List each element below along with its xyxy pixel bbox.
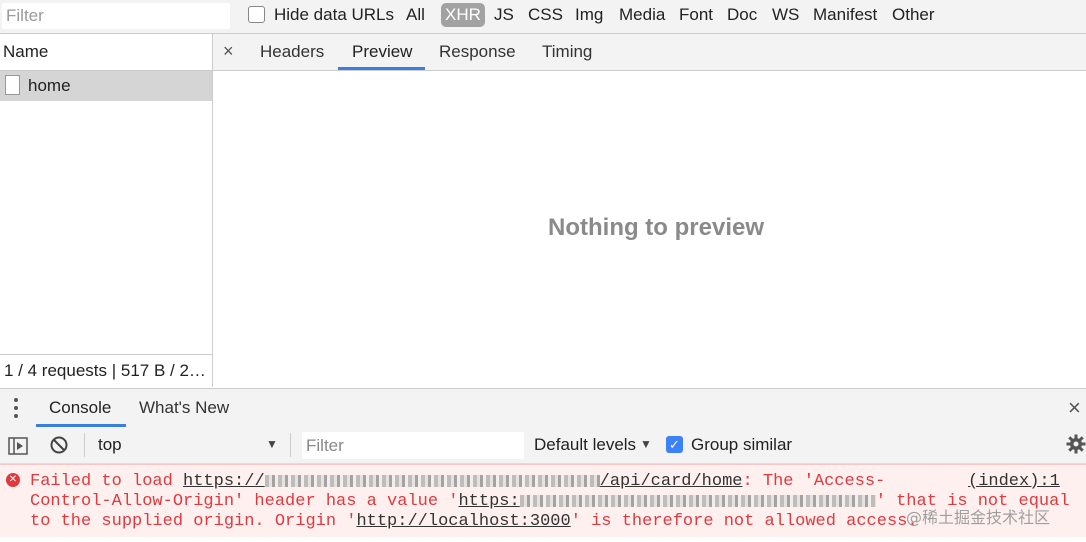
tab-response[interactable]: Response xyxy=(439,42,516,62)
document-icon xyxy=(5,75,20,95)
error-line: to the supplied origin. Origin 'http://l… xyxy=(30,512,918,531)
empty-preview-message: Nothing to preview xyxy=(548,214,764,241)
type-filter-ws[interactable]: WS xyxy=(772,5,799,25)
hide-data-urls-label[interactable]: Hide data URLs xyxy=(274,5,394,25)
redacted-host xyxy=(519,494,876,507)
type-filter-doc[interactable]: Doc xyxy=(727,5,757,25)
drawer-tab-bar: Console What's New × xyxy=(0,388,1086,428)
hide-data-urls-checkbox[interactable] xyxy=(248,6,265,23)
request-url-link[interactable]: https:// /api/card/home xyxy=(183,472,742,491)
active-tab-indicator xyxy=(338,67,425,70)
type-filter-img[interactable]: Img xyxy=(575,5,603,25)
chevron-down-icon[interactable]: ▼ xyxy=(640,437,652,451)
type-filter-all[interactable]: All xyxy=(406,5,425,25)
error-icon: ✕ xyxy=(6,473,20,487)
group-similar-label[interactable]: Group similar xyxy=(691,435,792,455)
close-icon[interactable]: × xyxy=(223,41,234,62)
tab-preview[interactable]: Preview xyxy=(352,42,412,62)
error-text: ' is therefore not allowed access. xyxy=(570,512,918,531)
url-text: /api/card/home xyxy=(599,472,743,491)
toolbar-divider xyxy=(290,433,291,457)
context-selector[interactable]: top xyxy=(98,435,122,455)
show-sidebar-icon[interactable] xyxy=(8,437,28,455)
error-text: Control-Allow-Origin' header has a value… xyxy=(30,492,459,511)
url-text: https:// xyxy=(183,472,265,491)
console-toolbar: top ▼ Default levels ▼ ✓ Group similar xyxy=(0,427,1086,464)
chevron-down-icon[interactable]: ▼ xyxy=(266,437,278,451)
origin-link[interactable]: http://localhost:3000 xyxy=(356,512,570,531)
group-similar-checkbox[interactable]: ✓ xyxy=(666,436,683,453)
error-text: to the supplied origin. Origin ' xyxy=(30,512,357,531)
redacted-host xyxy=(264,474,600,487)
network-filter-bar: Hide data URLs All XHR JS CSS Img Media … xyxy=(0,0,1086,34)
type-filter-font[interactable]: Font xyxy=(679,5,713,25)
name-column-label: Name xyxy=(3,42,49,61)
source-link[interactable]: (index):1 xyxy=(968,472,1060,491)
network-status-bar: 1 / 4 requests | 517 B / 2… xyxy=(0,354,212,388)
url-text: https: xyxy=(458,492,520,511)
filter-input[interactable] xyxy=(2,3,230,29)
error-text: : The 'Access- xyxy=(742,472,886,491)
type-filter-manifest[interactable]: Manifest xyxy=(813,5,877,25)
name-column-header[interactable]: Name xyxy=(0,34,212,71)
error-text: Failed to load xyxy=(30,472,184,491)
tab-timing[interactable]: Timing xyxy=(542,42,592,62)
type-filter-css[interactable]: CSS xyxy=(528,5,563,25)
request-name: home xyxy=(28,76,71,95)
tab-whats-new[interactable]: What's New xyxy=(139,398,229,418)
request-detail-panel: × Headers Preview Response Timing Nothin… xyxy=(213,34,1086,387)
tab-headers[interactable]: Headers xyxy=(260,42,324,62)
requests-panel: Name home 1 / 4 requests | 517 B / 2… xyxy=(0,34,213,388)
console-filter-input[interactable] xyxy=(302,432,524,459)
type-filter-media[interactable]: Media xyxy=(619,5,665,25)
log-levels-dropdown[interactable]: Default levels xyxy=(534,435,636,455)
request-summary: 1 / 4 requests | 517 B / 2… xyxy=(4,361,206,380)
error-line: Failed to load https:// /api/card/home: T… xyxy=(30,472,885,491)
toolbar-divider xyxy=(84,433,85,457)
detail-tab-bar: × Headers Preview Response Timing xyxy=(213,34,1086,71)
type-filter-other[interactable]: Other xyxy=(892,5,935,25)
kebab-menu-icon[interactable] xyxy=(12,396,20,420)
close-drawer-icon[interactable]: × xyxy=(1068,395,1081,421)
gear-icon[interactable] xyxy=(1066,434,1086,454)
type-filter-xhr[interactable]: XHR xyxy=(441,3,485,27)
watermark: @稀土掘金技术社区 xyxy=(906,508,1051,527)
tab-console[interactable]: Console xyxy=(49,398,111,418)
allowed-origin-link[interactable]: https: xyxy=(458,492,876,511)
type-filter-js[interactable]: JS xyxy=(494,5,514,25)
clear-console-icon[interactable] xyxy=(50,436,68,454)
request-row[interactable]: home xyxy=(0,71,212,101)
